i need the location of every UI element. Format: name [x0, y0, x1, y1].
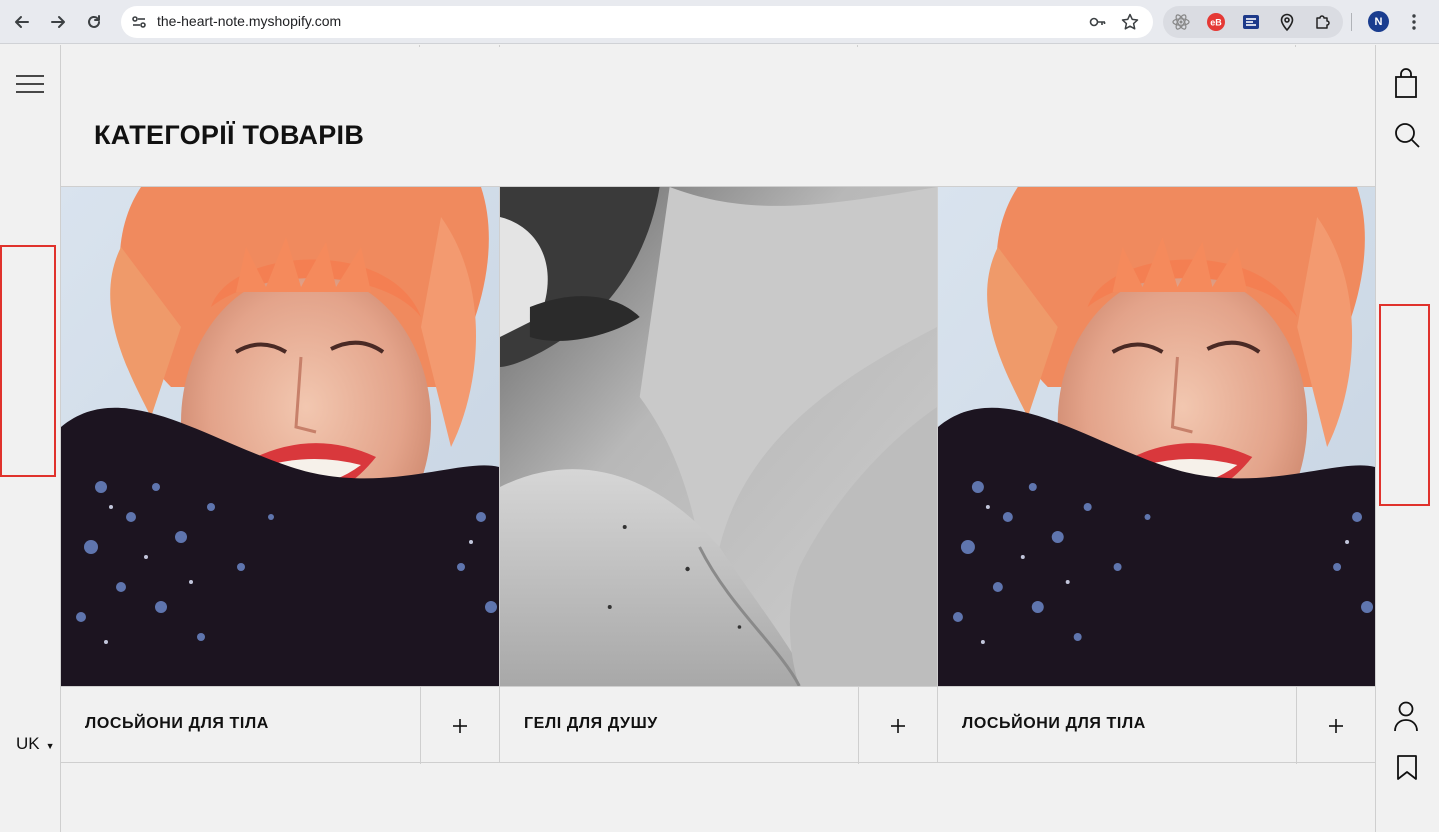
- category-footer: ЛОСЬЙОНИ ДЛЯ ТІЛА: [938, 686, 1375, 764]
- category-label[interactable]: ЛОСЬЙОНИ ДЛЯ ТІЛА: [85, 715, 269, 733]
- shopping-bag-icon[interactable]: [1392, 67, 1420, 98]
- url-text[interactable]: the-heart-note.myshopify.com: [157, 13, 341, 29]
- category-image[interactable]: [500, 187, 937, 686]
- extension-red-icon[interactable]: eB: [1206, 12, 1226, 32]
- bookmark-star-icon[interactable]: [1120, 12, 1140, 32]
- plus-icon: [891, 718, 905, 733]
- reload-icon[interactable]: [80, 8, 108, 36]
- category-grid: ЛОСЬЙОНИ ДЛЯ ТІЛА ГЕЛІ ДЛЯ ДУШУ ЛОСЬЙОНИ…: [61, 186, 1375, 764]
- caret-down-icon: ▼: [45, 740, 55, 751]
- location-pin-icon[interactable]: [1277, 12, 1297, 32]
- category-card[interactable]: ЛОСЬЙОНИ ДЛЯ ТІЛА: [61, 187, 499, 764]
- category-image[interactable]: [61, 187, 499, 686]
- category-label[interactable]: ЛОСЬЙОНИ ДЛЯ ТІЛА: [962, 715, 1146, 733]
- more-menu-icon[interactable]: [1405, 11, 1423, 33]
- category-footer: ЛОСЬЙОНИ ДЛЯ ТІЛА: [61, 686, 499, 764]
- wishlist-bookmark-icon[interactable]: [1396, 755, 1424, 783]
- left-highlight-box: [0, 245, 56, 477]
- address-bar[interactable]: the-heart-note.myshopify.com: [121, 6, 1153, 38]
- hamburger-icon[interactable]: [15, 74, 45, 94]
- category-image[interactable]: [938, 187, 1375, 686]
- extensions-area: eB: [1163, 6, 1343, 38]
- back-icon[interactable]: [8, 8, 36, 36]
- password-key-icon[interactable]: [1088, 12, 1108, 32]
- browser-toolbar: the-heart-note.myshopify.com eB N: [0, 0, 1439, 44]
- language-label: UK: [16, 734, 40, 753]
- page-title: КАТЕГОРІЇ ТОВАРІВ: [94, 120, 365, 150]
- extension-stack-icon[interactable]: [1241, 12, 1261, 32]
- toolbar-separator: [1351, 13, 1352, 31]
- svg-text:eB: eB: [1210, 18, 1222, 28]
- extensions-puzzle-icon[interactable]: [1313, 12, 1333, 32]
- expand-button[interactable]: [858, 687, 937, 764]
- category-footer: ГЕЛІ ДЛЯ ДУШУ: [500, 686, 937, 764]
- expand-button[interactable]: [1296, 687, 1375, 764]
- plus-icon: [1329, 718, 1343, 733]
- category-card[interactable]: ЛОСЬЙОНИ ДЛЯ ТІЛА: [937, 187, 1375, 764]
- forward-icon[interactable]: [44, 8, 72, 36]
- plus-icon: [453, 718, 467, 733]
- search-icon[interactable]: [1393, 121, 1421, 149]
- category-card[interactable]: ГЕЛІ ДЛЯ ДУШУ: [499, 187, 937, 764]
- category-label[interactable]: ГЕЛІ ДЛЯ ДУШУ: [524, 715, 658, 733]
- previous-section-edge: [61, 45, 1375, 47]
- account-icon[interactable]: [1392, 700, 1420, 732]
- site-settings-icon[interactable]: [129, 12, 149, 32]
- profile-avatar[interactable]: N: [1368, 11, 1389, 32]
- react-devtools-icon[interactable]: [1171, 12, 1191, 32]
- right-highlight-box: [1379, 304, 1430, 506]
- language-selector[interactable]: UK ▼: [16, 734, 55, 754]
- expand-button[interactable]: [420, 687, 499, 764]
